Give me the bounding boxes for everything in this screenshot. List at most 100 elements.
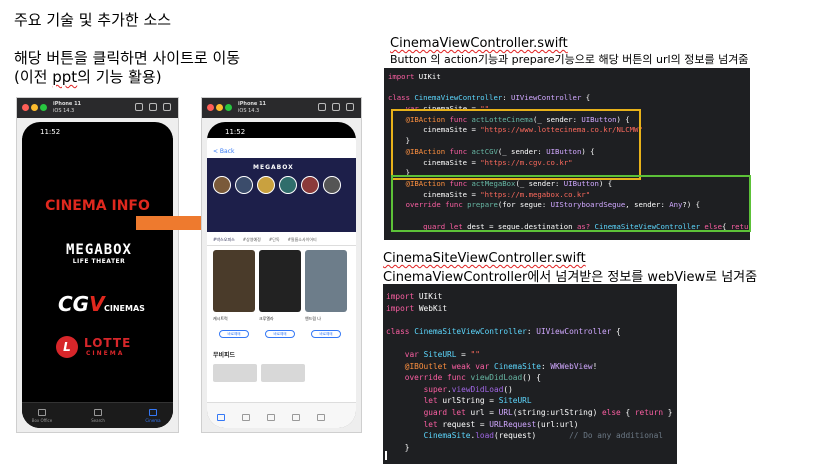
code-line: import UIKit <box>388 72 441 81</box>
movie-circle[interactable] <box>301 176 319 194</box>
web-tab-store[interactable] <box>282 414 310 423</box>
movie-poster[interactable] <box>259 250 301 312</box>
back-button[interactable]: < Back <box>213 148 235 155</box>
box-office-icon <box>38 409 46 416</box>
rotate-icon[interactable] <box>163 103 171 111</box>
code-line: @IBOutlet weak var CinemaSite: WKWebView… <box>404 361 598 371</box>
webview-screen: < Back MEGABOX #박스오피스 #상영예정 #단독 #필름소사이어티 캐시… <box>207 138 356 428</box>
lotte-mark-icon: L <box>56 336 78 358</box>
ibaction-highlight-box <box>391 109 641 180</box>
megabox-header: MEGABOX <box>207 158 356 232</box>
feed-thumbnail[interactable] <box>261 364 305 382</box>
movie-poster[interactable] <box>305 250 347 312</box>
slide-title: 주요 기술 및 추가한 소스 <box>14 11 172 29</box>
code-line: import UIKit <box>386 292 443 301</box>
movie-circle[interactable] <box>279 176 297 194</box>
code1-caption: Button 의 action기능과 prepare기능으로 해당 버튼의 ur… <box>390 53 749 66</box>
screenshot-icon[interactable] <box>318 103 326 111</box>
phone-frame: 11:52 < Back MEGABOX #박스오피스 #상영예정 #단독 #필름소사… <box>207 122 356 428</box>
code-line: CinemaSite.load(request) // Do any addit… <box>423 431 663 441</box>
simulator-window-megabox-web: iPhone 11 iOS 14.3 11:52 < Back MEGABOX #… <box>201 97 362 433</box>
code1-filename: CinemaViewController.swift <box>390 36 568 51</box>
code-line: let request = URLRequest(url:url) <box>423 419 579 429</box>
movie-title: 캐시트럭 <box>213 316 228 321</box>
note-suffix: 의 기능 활용) <box>77 68 162 86</box>
movie-circle[interactable] <box>235 176 253 194</box>
code-line: override func viewDidLoad() { <box>404 373 541 383</box>
code-line: } <box>386 442 410 452</box>
movie-circle[interactable] <box>213 176 231 194</box>
web-tab-movies[interactable] <box>232 414 260 423</box>
slide-note: (이전 ppt의 기능 활용) <box>14 66 162 87</box>
simulator-window-cinema-info: iPhone 11 iOS 14.3 11:52 CINEMA INFO MEGA… <box>16 97 179 433</box>
web-tab-booking[interactable] <box>257 414 285 423</box>
code-line: guard let url = URL(string:urlString) el… <box>423 407 673 417</box>
zoom-icon[interactable] <box>225 104 232 111</box>
code-line: import WebKit <box>386 303 448 313</box>
megabox-button[interactable]: MEGABOX LIFE THEATER <box>50 242 148 278</box>
cgv-logo: CGV <box>58 292 105 316</box>
lotte-logo-text: LOTTE <box>84 336 132 350</box>
book-button[interactable]: 바로예매 <box>219 330 249 338</box>
home-icon[interactable] <box>149 103 157 111</box>
tab-film-society[interactable]: #필름소사이어티 <box>288 237 317 242</box>
slide-description: 해당 버튼을 클릭하면 사이트로 이동 <box>14 49 241 67</box>
close-icon[interactable] <box>22 104 29 111</box>
movie-circle[interactable] <box>257 176 275 194</box>
user-icon <box>317 414 325 421</box>
movie-title: 엔드림 나 <box>305 316 321 321</box>
movie-poster[interactable] <box>213 250 255 312</box>
lotte-button[interactable]: L LOTTE CINEMA <box>50 334 148 368</box>
cinema-info-screen: CINEMA INFO MEGABOX LIFE THEATER CGV CIN… <box>22 138 173 428</box>
movie-circle[interactable] <box>323 176 341 194</box>
tab-box-office[interactable]: #박스오피스 <box>213 237 235 242</box>
notch <box>67 122 128 133</box>
book-button[interactable]: 바로예매 <box>265 330 295 338</box>
cinema-icon <box>149 409 157 416</box>
code-panel-cinema-site-view-controller: import UIKit import WebKit class CinemaSit… <box>383 284 677 464</box>
rotate-icon[interactable] <box>346 103 354 111</box>
tab-box-office[interactable]: Box Office <box>28 409 56 423</box>
code-line: class CinemaSiteViewController: UIViewCo… <box>386 326 621 336</box>
zoom-icon[interactable] <box>40 104 47 111</box>
tab-exclusive[interactable]: #단독 <box>269 237 280 242</box>
movie-icon <box>242 414 250 421</box>
minimize-icon[interactable] <box>216 104 223 111</box>
simulator-device-label: iPhone 11 iOS 14.3 <box>53 101 82 114</box>
screenshot-icon[interactable] <box>135 103 143 111</box>
ticket-icon <box>267 414 275 421</box>
notch <box>251 122 312 133</box>
home-icon[interactable] <box>332 103 340 111</box>
note-prefix: (이전 <box>14 68 53 86</box>
book-button[interactable]: 바로예매 <box>311 330 341 338</box>
lotte-subtitle: CINEMA <box>86 350 125 357</box>
phone-frame: 11:52 CINEMA INFO MEGABOX LIFE THEATER C… <box>22 122 173 428</box>
simulator-titlebar: iPhone 11 iOS 14.3 <box>202 98 361 118</box>
movie-feed-heading: 무비피드 <box>213 352 236 359</box>
simulator-device-label: iPhone 11 iOS 14.3 <box>238 101 267 114</box>
simulator-titlebar: iPhone 11 iOS 14.3 <box>17 98 178 118</box>
close-icon[interactable] <box>207 104 214 111</box>
cgv-button[interactable]: CGV CINEMAS <box>42 292 154 322</box>
store-icon <box>292 414 300 421</box>
tab-search[interactable]: Search <box>84 409 112 423</box>
minimize-icon[interactable] <box>31 104 38 111</box>
web-tab-my[interactable] <box>307 414 335 423</box>
movie-title: 크루엘라 <box>259 316 274 321</box>
code2-caption: CinemaViewController에서 넘겨받은 정보를 webView로… <box>383 270 758 285</box>
web-tab-home[interactable] <box>207 414 235 423</box>
tab-cinema[interactable]: Cinema <box>139 409 167 423</box>
code-line: let urlString = SiteURL <box>423 396 532 406</box>
feed-thumbnail[interactable] <box>213 364 257 382</box>
tab-upcoming[interactable]: #상영예정 <box>243 237 261 242</box>
text-caret <box>385 451 387 460</box>
note-word: ppt <box>52 68 78 86</box>
web-tab-bar <box>207 402 356 428</box>
category-tabs: #박스오피스 #상영예정 #단독 #필름소사이어티 <box>207 234 356 246</box>
search-icon <box>94 409 102 416</box>
megabox-logo-text: MEGABOX <box>65 242 132 258</box>
